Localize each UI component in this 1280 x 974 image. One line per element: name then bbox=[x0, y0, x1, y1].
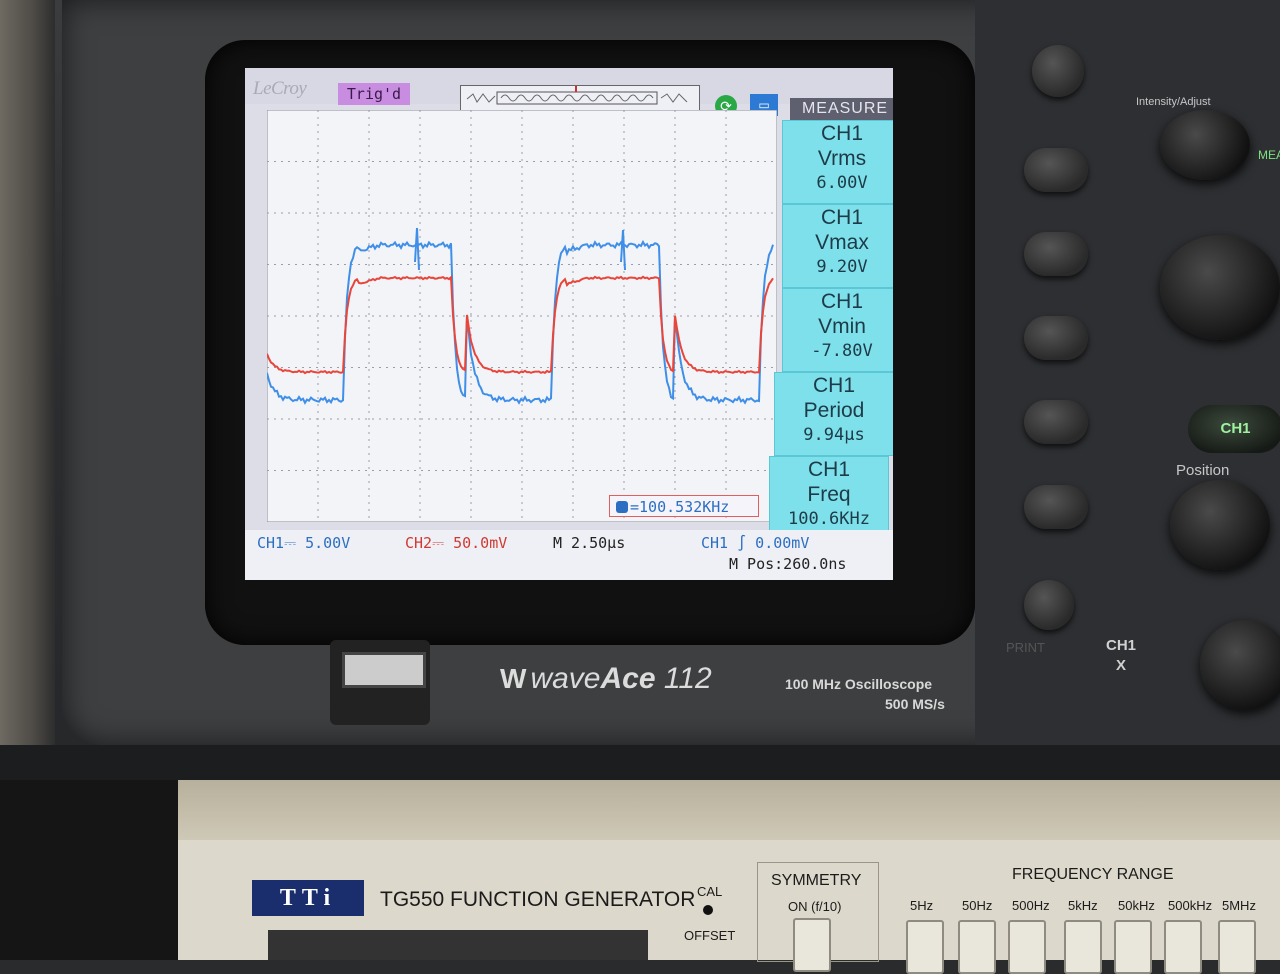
measurement-value: 6.00V bbox=[816, 173, 868, 193]
menu-title: MEASURE bbox=[790, 98, 893, 120]
measurement-name: Vmax bbox=[815, 231, 869, 254]
cal-trim-icon[interactable] bbox=[703, 905, 713, 915]
left-edge bbox=[0, 0, 55, 780]
model-ace: Ace bbox=[600, 662, 656, 695]
trigger-status: Trig'd bbox=[338, 83, 410, 105]
measurement-channel: CH1 bbox=[812, 374, 855, 397]
model-wave: wave bbox=[530, 662, 601, 695]
usb-slot bbox=[342, 652, 426, 688]
ch1-scale: CH1⎓ 5.00V bbox=[257, 534, 351, 552]
range-label-5hz: 5Hz bbox=[910, 898, 934, 913]
trigger-setting: CH1 ∫ 0.00mV bbox=[701, 534, 810, 552]
softkey-1[interactable] bbox=[1024, 148, 1088, 192]
measurement-name: Freq bbox=[807, 483, 851, 506]
status-bar: CH1⎓ 5.00V CH2⎓ 50.0mV M 2.50μs CH1 ∫ 0.… bbox=[245, 530, 893, 580]
softkey-5[interactable] bbox=[1024, 485, 1088, 529]
measurement-value: 100.6KHz bbox=[788, 509, 870, 529]
measure-label: MEA bbox=[1258, 148, 1280, 162]
symmetry-button[interactable] bbox=[793, 918, 831, 972]
ch1-x-channel: CH1 bbox=[1106, 637, 1137, 654]
spec-sample-rate: 500 MS/s bbox=[885, 696, 945, 712]
range-button-50khz[interactable] bbox=[1114, 920, 1152, 974]
range-label-500hz: 500Hz bbox=[1012, 898, 1050, 913]
horizontal-position: M Pos:260.0ns bbox=[729, 555, 847, 573]
brand-logo: LeCroy bbox=[253, 78, 307, 99]
range-label-50hz: 50Hz bbox=[962, 898, 993, 913]
position-label: Position bbox=[1176, 462, 1230, 479]
symmetry-option: ON (f/10) bbox=[788, 899, 842, 914]
measurement-channel: CH1 bbox=[820, 290, 863, 313]
print-label: PRINT bbox=[1006, 640, 1045, 655]
offset-label: OFFSET bbox=[684, 928, 736, 943]
lcd-screen: LeCroy Trig'd ⟳ ▭ MEASURE CH1 Vrms 6.00V… bbox=[245, 68, 893, 580]
measurement-channel: CH1 bbox=[807, 458, 850, 481]
model-number: 112 bbox=[663, 662, 712, 695]
range-label-50khz: 50kHz bbox=[1118, 898, 1155, 913]
ch1-x-label: CH1 X bbox=[1106, 636, 1136, 676]
symmetry-label: SYMMETRY bbox=[771, 872, 862, 889]
generator-model: TG550 FUNCTION GENERATOR bbox=[380, 888, 696, 911]
softkey-4[interactable] bbox=[1024, 400, 1088, 444]
memory-timeline bbox=[460, 85, 700, 113]
timeline-graphic bbox=[466, 86, 688, 105]
print-button[interactable] bbox=[1024, 580, 1074, 630]
softkey-2[interactable] bbox=[1024, 232, 1088, 276]
range-button-5khz[interactable] bbox=[1064, 920, 1102, 974]
measurement-period[interactable]: CH1 Period 9.94μs bbox=[774, 372, 893, 456]
measurement-channel: CH1 bbox=[820, 122, 863, 145]
model-badge: WwaveAce 112 bbox=[500, 662, 712, 696]
range-button-500khz[interactable] bbox=[1164, 920, 1202, 974]
shadow-area bbox=[0, 780, 178, 960]
measurement-name: Period bbox=[803, 399, 865, 422]
volts-div-knob[interactable] bbox=[1160, 235, 1280, 340]
range-label-500khz: 500kHz bbox=[1168, 898, 1213, 913]
graticule-svg bbox=[266, 109, 778, 523]
cal-label: CAL bbox=[697, 884, 723, 899]
range-button-500hz[interactable] bbox=[1008, 920, 1046, 974]
intensity-knob[interactable] bbox=[1160, 110, 1250, 180]
shelf-gap bbox=[0, 745, 1280, 785]
measurement-freq[interactable]: CH1 Freq 100.6KHz bbox=[769, 456, 889, 536]
generator-display bbox=[268, 930, 648, 960]
range-label-5mhz: 5MHz bbox=[1222, 898, 1256, 913]
range-button-5mhz[interactable] bbox=[1218, 920, 1256, 974]
timebase: M 2.50μs bbox=[553, 534, 626, 552]
menu-knob[interactable] bbox=[1032, 45, 1084, 97]
range-button-5hz[interactable] bbox=[906, 920, 944, 974]
position-knob[interactable] bbox=[1170, 480, 1270, 570]
measurement-vmin[interactable]: CH1 Vmin -7.80V bbox=[782, 288, 893, 372]
measurement-channel: CH1 bbox=[820, 206, 863, 229]
measurement-vrms[interactable]: CH1 Vrms 6.00V bbox=[782, 120, 893, 204]
intensity-label: Intensity/Adjust bbox=[1136, 96, 1211, 108]
measurement-value: -7.80V bbox=[811, 341, 873, 361]
range-button-50hz[interactable] bbox=[958, 920, 996, 974]
ch2-scale: CH2⎓ 50.0mV bbox=[405, 534, 508, 552]
spec-bandwidth: 100 MHz Oscilloscope bbox=[785, 676, 933, 692]
softkey-3[interactable] bbox=[1024, 316, 1088, 360]
measurement-name: Vrms bbox=[817, 147, 867, 170]
model-prefix: W bbox=[500, 663, 527, 694]
measurement-value: 9.94μs bbox=[803, 425, 865, 445]
ch1-input-connector bbox=[1200, 620, 1280, 710]
measurement-value: 9.20V bbox=[816, 257, 868, 277]
frequency-range-label: FREQUENCY RANGE bbox=[1012, 866, 1174, 883]
measurement-name: Vmin bbox=[818, 315, 866, 338]
range-label-5khz: 5kHz bbox=[1068, 898, 1098, 913]
waveform-graticule bbox=[266, 109, 778, 523]
measurement-vmax[interactable]: CH1 Vmax 9.20V bbox=[782, 204, 893, 288]
ch1-x-axis: X bbox=[1116, 657, 1127, 674]
counter-readout: =100.532KHz bbox=[630, 498, 730, 516]
tti-logo: TTi bbox=[252, 880, 364, 916]
ch1-button[interactable]: CH1 bbox=[1188, 405, 1280, 453]
counter-icon bbox=[616, 501, 628, 513]
frequency-counter: =100.532KHz bbox=[609, 495, 759, 517]
